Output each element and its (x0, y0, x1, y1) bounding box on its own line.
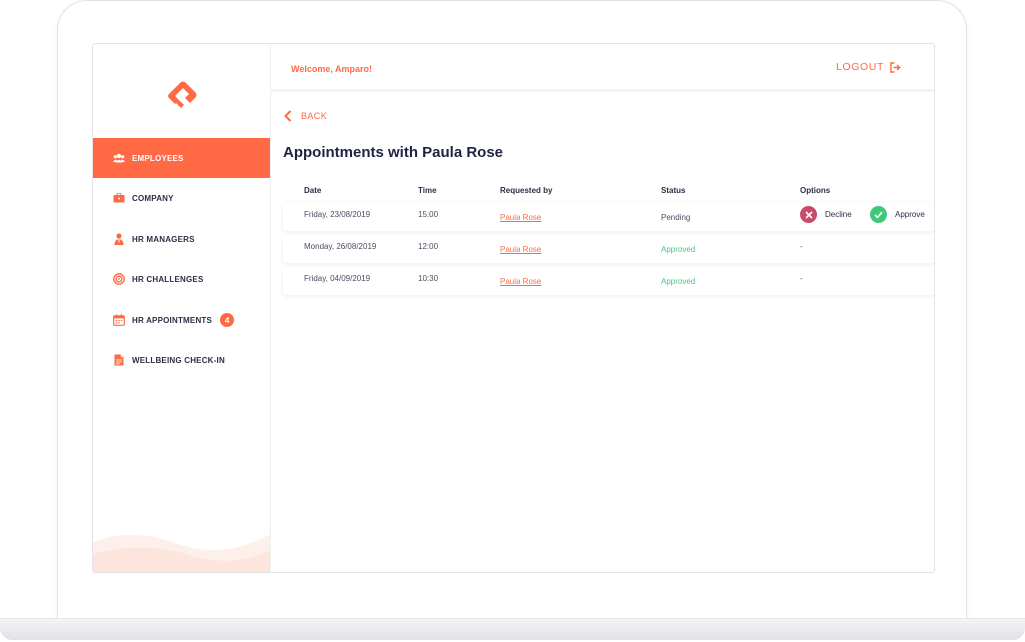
date-cell: Monday, 26/08/2019 (304, 242, 377, 251)
column-header-time: Time (418, 186, 437, 195)
sidebar-item-label: EMPLOYEES (132, 153, 184, 163)
options-placeholder: - (800, 274, 803, 283)
sidebar-item-company[interactable]: COMPANY (93, 178, 270, 218)
column-header-date: Date (304, 186, 322, 195)
calendar-icon (113, 314, 125, 326)
page-title: Appointments with Paula Rose (283, 144, 504, 161)
decline-label: Decline (825, 210, 852, 219)
back-label: BACK (301, 111, 328, 121)
status-text: Pending (661, 213, 691, 222)
appointments-table: Date Time Requested by Status Options Fr… (283, 177, 934, 299)
time-cell: 10:30 (418, 274, 439, 283)
sidebar-item-wellbeing-check-in[interactable]: WELLBEING CHECK-IN (93, 340, 270, 380)
manager-icon (113, 233, 125, 245)
requested-by-link[interactable]: Paula Rose (500, 245, 541, 254)
table-header: Date Time Requested by Status Options (283, 177, 934, 203)
decline-button[interactable]: Decline (800, 206, 852, 223)
status-text: Approved (661, 277, 696, 286)
logout-button[interactable]: LOGOUT (836, 61, 901, 73)
options-placeholder: - (800, 242, 803, 251)
column-header-status: Status (661, 186, 686, 195)
sidebar: EMPLOYEES COMPANY HR MANAGERS HR CHALLEN… (93, 44, 271, 572)
main-content: BACK Appointments with Paula Rose Date T… (271, 95, 934, 572)
approve-button[interactable]: Approve (870, 206, 925, 223)
close-icon (800, 206, 817, 223)
approve-label: Approve (895, 210, 925, 219)
time-cell: 15:00 (418, 210, 439, 219)
people-icon (113, 152, 125, 164)
logout-label: LOGOUT (836, 61, 884, 73)
sidebar-item-label: HR APPOINTMENTS (132, 315, 213, 325)
welcome-message: Welcome, Amparo! (291, 64, 373, 74)
sidebar-item-hr-managers[interactable]: HR MANAGERS (93, 219, 270, 259)
time-cell: 12:00 (418, 242, 439, 251)
document-icon (113, 354, 125, 366)
logo-icon (168, 81, 197, 108)
chevron-left-icon (284, 110, 292, 122)
top-bar: Welcome, Amparo! LOGOUT (271, 44, 934, 92)
column-header-requested-by: Requested by (500, 186, 553, 195)
notification-badge: 4 (220, 313, 235, 327)
briefcase-icon (113, 192, 125, 204)
sidebar-item-label: HR MANAGERS (132, 234, 195, 244)
sidebar-item-label: WELLBEING CHECK-IN (132, 355, 225, 365)
sidebar-item-employees[interactable]: EMPLOYEES (93, 138, 270, 178)
column-header-options: Options (800, 186, 831, 195)
sidebar-item-label: COMPANY (132, 193, 174, 203)
requested-by-link[interactable]: Paula Rose (500, 213, 541, 222)
checkmark-icon (870, 206, 887, 223)
date-cell: Friday, 04/09/2019 (304, 274, 371, 283)
app-window: EMPLOYEES COMPANY HR MANAGERS HR CHALLEN… (92, 43, 935, 573)
sidebar-item-hr-challenges[interactable]: HR CHALLENGES (93, 259, 270, 299)
logout-icon (890, 61, 901, 73)
laptop-base (0, 618, 1025, 640)
target-icon (113, 273, 125, 285)
sidebar-item-label: HR CHALLENGES (132, 274, 204, 284)
table-row: Friday, 23/08/2019 15:00 Paula Rose Pend… (283, 203, 934, 231)
requested-by-link[interactable]: Paula Rose (500, 277, 541, 286)
sidebar-item-hr-appointments[interactable]: HR APPOINTMENTS 4 (93, 300, 270, 340)
date-cell: Friday, 23/08/2019 (304, 210, 371, 219)
table-row: Friday, 04/09/2019 10:30 Paula Rose Appr… (283, 267, 934, 295)
decorative-wave (93, 534, 270, 572)
status-text: Approved (661, 245, 696, 254)
table-row: Monday, 26/08/2019 12:00 Paula Rose Appr… (283, 235, 934, 263)
back-button[interactable]: BACK (283, 110, 327, 122)
